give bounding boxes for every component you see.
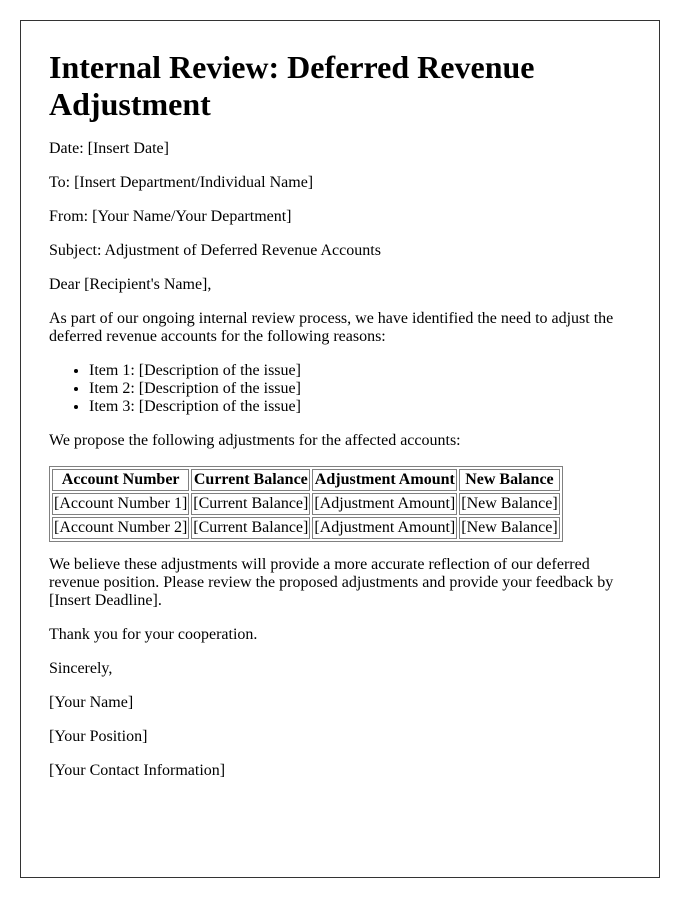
signature-name: [Your Name] <box>49 694 134 711</box>
list-item: Item 2: [Description of the issue] <box>89 380 631 398</box>
letter-container: Internal Review: Deferred Revenue Adjust… <box>20 20 660 878</box>
adjustments-table: Account Number Current Balance Adjustmen… <box>49 466 563 542</box>
signature-contact: [Your Contact Information] <box>49 762 226 779</box>
column-header-new-balance: New Balance <box>459 469 560 491</box>
salutation: Dear [Recipient's Name], <box>49 276 212 293</box>
column-header-account-number: Account Number <box>52 469 190 491</box>
cell-new-balance: [New Balance] <box>459 493 560 515</box>
table-header-row: Account Number Current Balance Adjustmen… <box>52 469 560 491</box>
signature-position: [Your Position] <box>49 728 148 745</box>
list-item: Item 1: [Description of the issue] <box>89 362 631 380</box>
cell-account-number: [Account Number 1] <box>52 493 190 515</box>
list-item: Item 3: [Description of the issue] <box>89 398 631 416</box>
table-row: [Account Number 2] [Current Balance] [Ad… <box>52 517 560 539</box>
proposal-intro: We propose the following adjustments for… <box>49 432 461 449</box>
signoff: Sincerely, <box>49 660 113 677</box>
column-header-adjustment-amount: Adjustment Amount <box>312 469 458 491</box>
subject-line: Subject: Adjustment of Deferred Revenue … <box>49 242 381 259</box>
column-header-current-balance: Current Balance <box>191 469 311 491</box>
cell-adjustment-amount: [Adjustment Amount] <box>312 517 458 539</box>
letter-title: Internal Review: Deferred Revenue Adjust… <box>49 49 535 122</box>
cell-adjustment-amount: [Adjustment Amount] <box>312 493 458 515</box>
cell-new-balance: [New Balance] <box>459 517 560 539</box>
reasons-list: Item 1: [Description of the issue] Item … <box>49 362 631 416</box>
closing-paragraph: We believe these adjustments will provid… <box>49 556 614 609</box>
thanks-line: Thank you for your cooperation. <box>49 626 258 643</box>
date-line: Date: [Insert Date] <box>49 140 169 157</box>
from-line: From: [Your Name/Your Department] <box>49 208 292 225</box>
cell-current-balance: [Current Balance] <box>191 517 311 539</box>
intro-paragraph: As part of our ongoing internal review p… <box>49 310 614 345</box>
table-row: [Account Number 1] [Current Balance] [Ad… <box>52 493 560 515</box>
cell-current-balance: [Current Balance] <box>191 493 311 515</box>
cell-account-number: [Account Number 2] <box>52 517 190 539</box>
to-line: To: [Insert Department/Individual Name] <box>49 174 314 191</box>
